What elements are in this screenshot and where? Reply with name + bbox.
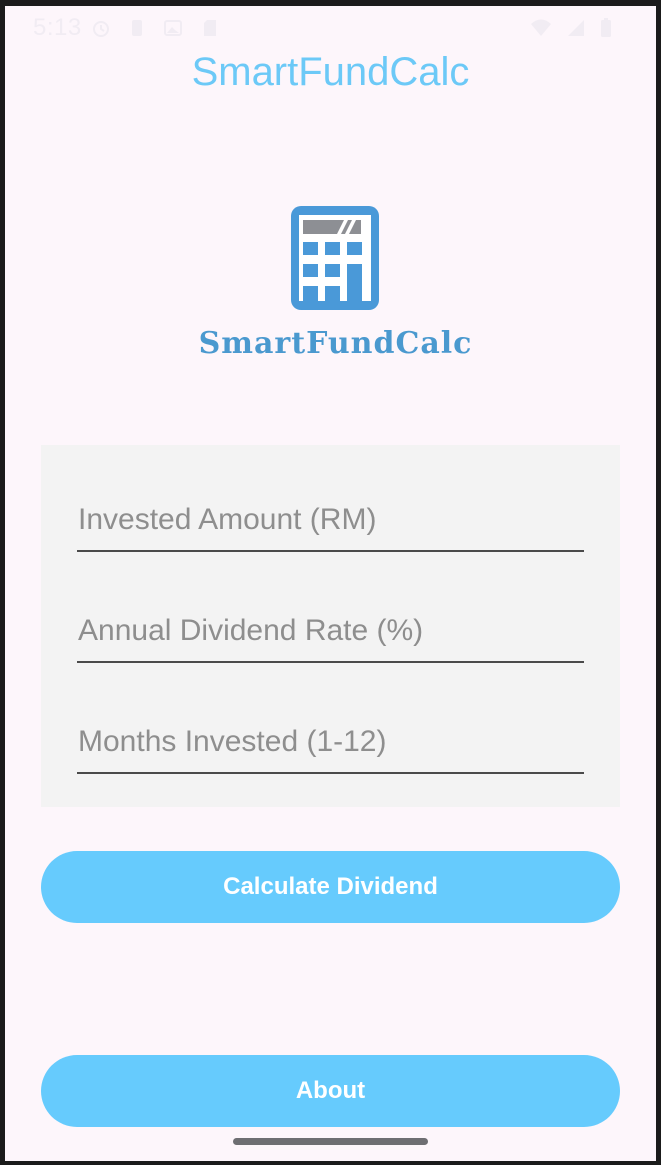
calculator-icon (291, 206, 379, 310)
status-icons-right (530, 18, 612, 38)
about-button[interactable]: About (41, 1055, 620, 1127)
dividend-rate-input[interactable] (77, 601, 584, 661)
gesture-nav-handle[interactable] (233, 1138, 428, 1145)
status-icons-left (91, 18, 219, 38)
battery-icon (601, 18, 611, 37)
months-invested-field (77, 712, 584, 774)
signal-icon (568, 20, 584, 36)
status-time: 5:13 (33, 14, 82, 41)
dividend-rate-field (77, 601, 584, 663)
logo-wordmark: SmartFundCalc (198, 326, 473, 361)
invested-amount-input[interactable] (77, 490, 584, 550)
app-screen: 5:13 SmartFundCalc SmartFundCalc Investe… (5, 6, 656, 1161)
status-bar: 5:13 (5, 6, 656, 48)
calculate-dividend-button[interactable]: Calculate Dividend (41, 851, 620, 923)
wifi-icon (531, 19, 551, 36)
invested-amount-field (77, 490, 584, 552)
calculator-logo-icon (285, 202, 385, 314)
input-form-card (41, 445, 620, 807)
app-title: SmartFundCalc (191, 50, 470, 94)
sd-card-icon (204, 20, 216, 36)
photo-icon (164, 20, 182, 36)
notification-icon (132, 20, 142, 36)
alarm-icon (93, 21, 109, 37)
months-invested-input[interactable] (77, 712, 584, 772)
